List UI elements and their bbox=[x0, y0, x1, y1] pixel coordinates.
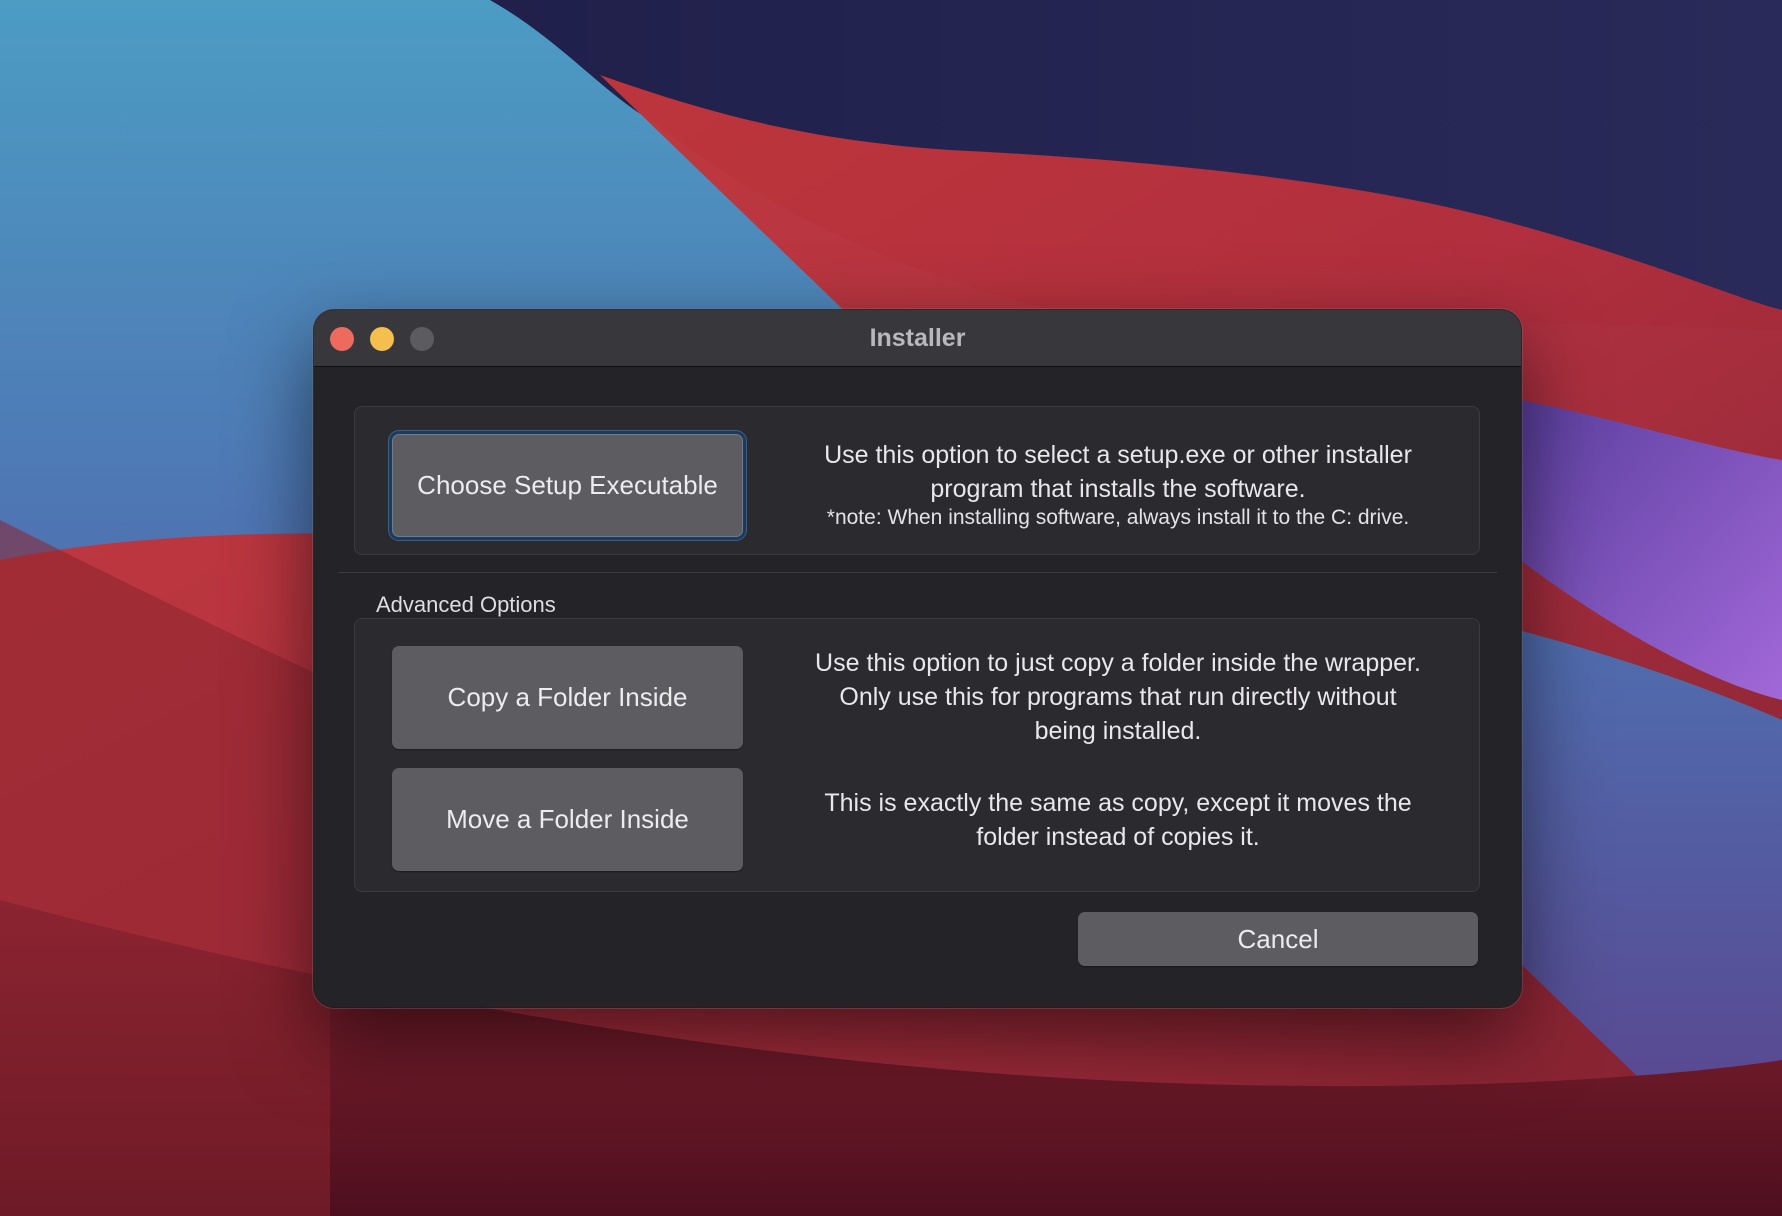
copy-folder-button[interactable]: Copy a Folder Inside bbox=[392, 646, 743, 749]
copy-description-line-2: Only use this for programs that run dire… bbox=[839, 683, 1397, 711]
copy-description-line-1: Use this option to just copy a folder in… bbox=[815, 649, 1421, 677]
move-folder-button[interactable]: Move a Folder Inside bbox=[392, 768, 743, 871]
title-bar[interactable]: Installer bbox=[314, 310, 1521, 367]
section-divider bbox=[338, 572, 1497, 573]
primary-description-line-2: program that installs the software. bbox=[930, 475, 1306, 503]
installer-window: Installer Choose Setup Executable Use th… bbox=[314, 310, 1521, 1007]
advanced-options-label: Advanced Options bbox=[376, 592, 556, 617]
copy-description-line-3: being installed. bbox=[1034, 717, 1202, 745]
move-description-line-1: This is exactly the same as copy, except… bbox=[824, 789, 1412, 817]
window-title: Installer bbox=[869, 324, 966, 352]
primary-description: Use this option to select a setup.exe or… bbox=[768, 438, 1468, 506]
primary-note: *note: When installing software, always … bbox=[826, 506, 1410, 529]
cancel-button[interactable]: Cancel bbox=[1078, 912, 1478, 966]
copy-folder-description: Use this option to just copy a folder in… bbox=[768, 646, 1468, 748]
primary-description-line-1: Use this option to select a setup.exe or… bbox=[824, 441, 1412, 469]
choose-setup-executable-button[interactable]: Choose Setup Executable bbox=[392, 434, 743, 537]
move-description-line-2: folder instead of copies it. bbox=[976, 823, 1260, 851]
move-folder-description: This is exactly the same as copy, except… bbox=[768, 786, 1468, 854]
